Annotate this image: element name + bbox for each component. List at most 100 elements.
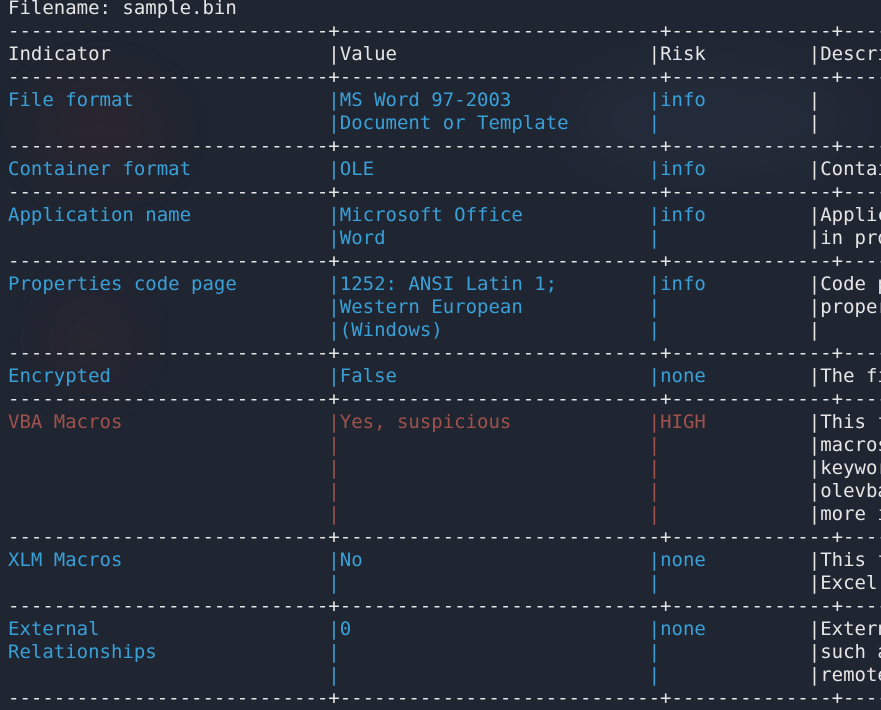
cell-indicator: [8, 434, 328, 456]
column-divider: |: [648, 319, 661, 341]
column-divider: |: [808, 618, 821, 640]
cell-value: [340, 572, 649, 594]
column-header-value: Value: [339, 43, 649, 65]
column-divider: |: [648, 480, 661, 502]
column-divider: |: [648, 664, 661, 686]
cell-indicator: [8, 457, 328, 479]
column-divider: |: [808, 549, 821, 571]
table-row: Relationships | | |such as remote templa…: [8, 641, 881, 664]
column-divider: |: [648, 365, 661, 387]
table-separator: ----------------------------+-----------…: [8, 20, 881, 42]
table-separator: ----------------------------+-----------…: [8, 66, 881, 88]
column-divider: |: [648, 89, 661, 111]
cell-value: [340, 457, 649, 479]
column-divider: |: [808, 89, 821, 111]
cell-indicator: XLM Macros: [8, 549, 329, 571]
column-divider: |: [808, 296, 821, 318]
cell-value: MS Word 97-2003: [339, 89, 649, 111]
column-divider: |: [648, 618, 661, 640]
cell-risk: info: [660, 89, 809, 111]
column-divider: |: [808, 411, 821, 433]
cell-indicator: [8, 664, 328, 686]
column-divider: |: [648, 572, 661, 594]
column-divider: |: [808, 112, 821, 134]
filename-line: Filename: sample.bin: [8, 0, 237, 19]
column-divider: |: [808, 273, 821, 295]
cell-risk: HIGH: [660, 411, 809, 433]
cell-description: more info.: [820, 503, 881, 525]
table-row: | | |more info.: [8, 503, 881, 526]
column-divider: |: [808, 227, 821, 249]
cell-description: External relationships: [820, 618, 881, 640]
column-divider: |: [328, 434, 340, 456]
column-divider: |: [328, 273, 340, 295]
column-header-risk: Risk: [660, 43, 809, 65]
table-row: XLM Macros |No |none |This file does not…: [8, 549, 881, 572]
table-row: |Western European | |properties: [8, 296, 881, 319]
cell-value: Yes, suspicious: [339, 411, 649, 433]
cell-description: This file contains VBA: [820, 411, 881, 433]
cell-value: OLE: [339, 158, 649, 180]
cell-indicator: [8, 480, 328, 502]
table-row: | | |remote OLE objects, etc: [8, 664, 881, 687]
column-divider: |: [328, 43, 340, 65]
table-row: External |0 |none |External relationship…: [8, 618, 881, 641]
column-divider: |: [648, 641, 661, 663]
column-divider: |: [648, 112, 661, 134]
cell-value: [340, 503, 649, 525]
column-divider: |: [808, 480, 821, 502]
table-row: Encrypted |False |none |The file is not …: [8, 365, 881, 388]
column-divider: |: [648, 434, 661, 456]
column-divider: |: [328, 319, 340, 341]
column-divider: |: [808, 365, 821, 387]
column-divider: |: [328, 89, 340, 111]
cell-description: Application name declared: [820, 204, 881, 226]
cell-value: 0: [339, 618, 649, 640]
cell-description: properties: [820, 296, 881, 318]
cell-indicator: [8, 227, 328, 249]
column-divider: |: [328, 411, 340, 433]
cell-value: False: [339, 365, 649, 387]
cell-description: The file is not encrypted: [820, 365, 881, 387]
cell-risk: info: [660, 204, 809, 226]
column-divider: |: [808, 457, 821, 479]
cell-indicator: Relationships: [8, 641, 329, 663]
cell-description: in properties: [820, 227, 881, 249]
column-divider: |: [328, 641, 340, 663]
column-divider: |: [328, 503, 340, 525]
table-row: | | |keywords were found. Use: [8, 457, 881, 480]
table-row: | | |olevba and mraptor for: [8, 480, 881, 503]
cell-value: No: [339, 549, 649, 571]
cell-description: Excel 4/XLM macros.: [820, 572, 878, 594]
column-divider: |: [808, 158, 821, 180]
table-separator: ----------------------------+-----------…: [8, 526, 881, 548]
column-divider: |: [648, 296, 661, 318]
cell-risk: none: [660, 549, 809, 571]
cell-indicator: [8, 572, 328, 594]
column-header-indicator: Indicator: [8, 43, 329, 65]
cell-risk: [660, 503, 809, 525]
cell-value: [340, 434, 649, 456]
cell-value: Western European: [339, 296, 649, 318]
cell-risk: [660, 480, 809, 502]
cell-value: Document or Template: [339, 112, 649, 134]
cell-risk: [660, 296, 809, 318]
column-divider: |: [328, 457, 340, 479]
column-divider: |: [328, 204, 340, 226]
column-divider: |: [328, 549, 340, 571]
cell-indicator: [8, 503, 328, 525]
cell-indicator: [8, 296, 328, 318]
cell-description: keywords were found. Use: [820, 457, 881, 479]
column-divider: |: [808, 319, 821, 341]
column-divider: |: [648, 227, 661, 249]
table-separator: ----------------------------+-----------…: [8, 250, 881, 272]
column-divider: |: [808, 434, 821, 456]
column-divider: |: [648, 273, 661, 295]
column-divider: |: [328, 365, 340, 387]
column-divider: |: [328, 158, 340, 180]
table-row: | | |Excel 4/XLM macros.: [8, 572, 881, 595]
cell-risk: [660, 434, 809, 456]
column-divider: |: [808, 503, 821, 525]
cell-description: Container type: [820, 158, 881, 180]
column-divider: |: [648, 158, 661, 180]
